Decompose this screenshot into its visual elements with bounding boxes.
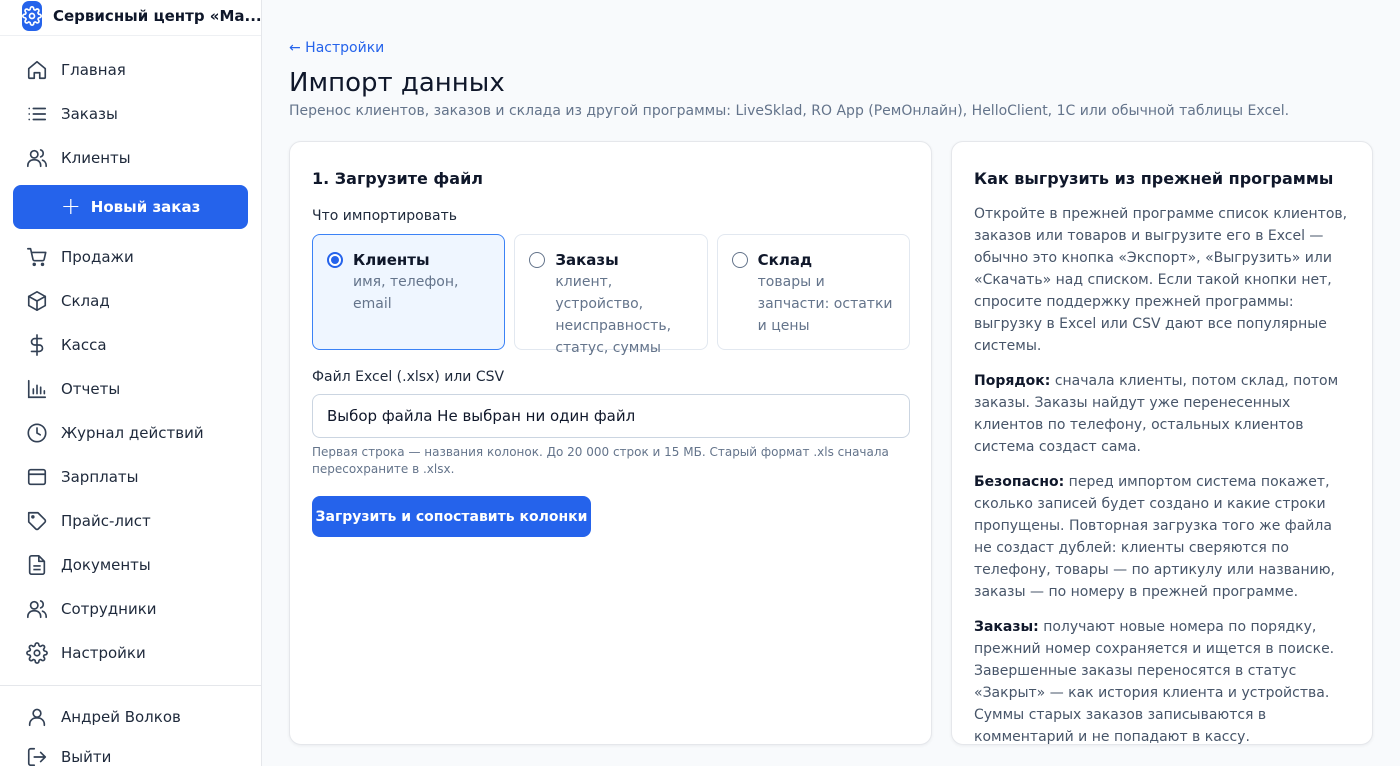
gear-icon bbox=[22, 0, 42, 31]
sidebar-item-label: Касса bbox=[61, 336, 107, 354]
help-orders-label: Заказы: bbox=[974, 619, 1039, 635]
upload-card: 1. Загрузите файл Что импортировать Клие… bbox=[289, 141, 932, 745]
user-icon bbox=[28, 708, 46, 727]
sidebar: Сервисный центр «Ма... Главная Заказы Кл… bbox=[0, 0, 262, 766]
logout-button[interactable]: Выйти bbox=[0, 737, 261, 766]
help-order-label: Порядок: bbox=[974, 373, 1051, 389]
sidebar-nav: Главная Заказы Клиенты + Новый заказ Про… bbox=[0, 48, 261, 675]
clock-icon bbox=[27, 423, 47, 443]
back-link-settings[interactable]: ← Настройки bbox=[289, 40, 384, 56]
sidebar-item-label: Прайс-лист bbox=[61, 512, 151, 530]
plus-icon: + bbox=[60, 191, 81, 220]
option-description: клиент, устройство, неисправность, стату… bbox=[555, 274, 672, 356]
sidebar-item-label: Отчеты bbox=[61, 380, 121, 398]
sidebar-item-activity-log[interactable]: Журнал действий bbox=[0, 411, 261, 455]
sidebar-item-label: Главная bbox=[61, 61, 126, 79]
file-field-label: Файл Excel (.xlsx) или CSV bbox=[312, 369, 505, 385]
sidebar-item-reports[interactable]: Отчеты bbox=[0, 367, 261, 411]
sidebar-item-home[interactable]: Главная bbox=[0, 48, 261, 92]
sidebar-item-settings[interactable]: Настройки bbox=[0, 631, 261, 675]
import-option-warehouse[interactable]: Склад товары и запчасти: остатки и цены bbox=[716, 234, 910, 350]
help-orders-paragraph: Заказы: получают новые номера по порядку… bbox=[974, 616, 1352, 748]
option-description: товары и запчасти: остатки и цены bbox=[757, 274, 893, 334]
sidebar-item-label: Продажи bbox=[61, 248, 134, 266]
sidebar-item-employees[interactable]: Сотрудники bbox=[0, 587, 261, 631]
sidebar-item-label: Сотрудники bbox=[61, 600, 157, 618]
sidebar-item-label: Склад bbox=[61, 292, 110, 310]
sidebar-item-label: Журнал действий bbox=[61, 424, 204, 442]
sidebar-item-clients[interactable]: Клиенты bbox=[0, 136, 261, 180]
file-input[interactable]: Выбор файла Не выбран ни один файл bbox=[312, 394, 910, 438]
help-card: Как выгрузить из прежней программы Откро… bbox=[951, 141, 1373, 745]
import-option-orders[interactable]: Заказы клиент, устройство, неисправность… bbox=[514, 234, 708, 356]
brand-name: Сервисный центр «Ма... bbox=[53, 6, 262, 25]
user-profile[interactable]: Андрей Волков bbox=[0, 697, 261, 737]
sidebar-item-label: Настройки bbox=[61, 644, 146, 662]
help-order-paragraph: Порядок: сначала клиенты, потом склад, п… bbox=[974, 370, 1352, 458]
help-title: Как выгрузить из прежней программы bbox=[974, 169, 1334, 188]
sidebar-item-label: Зарплаты bbox=[61, 468, 139, 486]
document-icon bbox=[28, 555, 46, 575]
page-title: Импорт данных bbox=[289, 68, 505, 98]
help-intro: Откройте в прежней программе список клие… bbox=[974, 206, 1348, 354]
main-content: ← Настройки Импорт данных Перенос клиент… bbox=[262, 0, 1400, 766]
page-subtitle: Перенос клиентов, заказов и склада из др… bbox=[289, 103, 1290, 119]
sidebar-item-label: Документы bbox=[61, 556, 151, 574]
sidebar-item-salaries[interactable]: Зарплаты bbox=[0, 455, 261, 499]
new-order-label: Новый заказ bbox=[90, 198, 201, 216]
logout-label: Выйти bbox=[61, 748, 112, 766]
sidebar-item-documents[interactable]: Документы bbox=[0, 543, 261, 587]
dollar-icon bbox=[30, 334, 44, 356]
sidebar-footer: Андрей Волков Выйти bbox=[0, 685, 261, 766]
help-orders-text: получают новые номера по порядку, прежни… bbox=[974, 619, 1335, 745]
radio-button[interactable] bbox=[327, 252, 343, 268]
option-title: Заказы bbox=[555, 251, 619, 269]
radio-button[interactable] bbox=[731, 252, 748, 268]
step-title: 1. Загрузите файл bbox=[312, 169, 483, 188]
option-title: Клиенты bbox=[353, 251, 430, 269]
tag-icon bbox=[27, 511, 47, 531]
file-hint: Первая строка — названия колонок. До 20 … bbox=[312, 445, 889, 476]
logout-icon bbox=[27, 747, 47, 766]
cart-icon bbox=[27, 247, 47, 267]
upload-and-map-button[interactable]: Загрузить и сопоставить колонки bbox=[312, 496, 591, 537]
radio-button[interactable] bbox=[529, 252, 546, 268]
sidebar-item-orders[interactable]: Заказы bbox=[0, 92, 261, 136]
users-icon bbox=[27, 600, 47, 619]
sidebar-item-label: Заказы bbox=[61, 105, 118, 123]
sidebar-item-cashbox[interactable]: Касса bbox=[0, 323, 261, 367]
list-icon bbox=[28, 107, 47, 121]
home-icon bbox=[27, 60, 47, 80]
sidebar-item-label: Клиенты bbox=[61, 149, 131, 167]
option-description: имя, телефон, email bbox=[353, 274, 459, 312]
help-body: Откройте в прежней программе список клие… bbox=[974, 203, 1352, 761]
brand[interactable]: Сервисный центр «Ма... bbox=[0, 0, 262, 36]
import-type-label: Что импортировать bbox=[312, 208, 457, 224]
option-title: Склад bbox=[757, 251, 813, 269]
sidebar-item-sales[interactable]: Продажи bbox=[0, 235, 261, 279]
import-type-options: Клиенты имя, телефон, email Заказы клиен… bbox=[312, 234, 910, 356]
help-safe-label: Безопасно: bbox=[974, 474, 1065, 490]
help-safe-text: перед импортом система покажет, сколько … bbox=[974, 474, 1335, 600]
user-name: Андрей Волков bbox=[61, 708, 181, 726]
sidebar-item-warehouse[interactable]: Склад bbox=[0, 279, 261, 323]
new-order-button[interactable]: + Новый заказ bbox=[13, 185, 248, 229]
help-safe-paragraph: Безопасно: перед импортом система покаже… bbox=[974, 471, 1352, 603]
box-icon bbox=[27, 291, 47, 311]
import-option-clients[interactable]: Клиенты имя, телефон, email bbox=[312, 234, 506, 350]
gear-icon bbox=[26, 642, 48, 664]
bar-chart-icon bbox=[27, 379, 47, 399]
wallet-icon bbox=[27, 468, 47, 486]
sidebar-item-price-list[interactable]: Прайс-лист bbox=[0, 499, 261, 543]
users-icon bbox=[27, 149, 47, 168]
